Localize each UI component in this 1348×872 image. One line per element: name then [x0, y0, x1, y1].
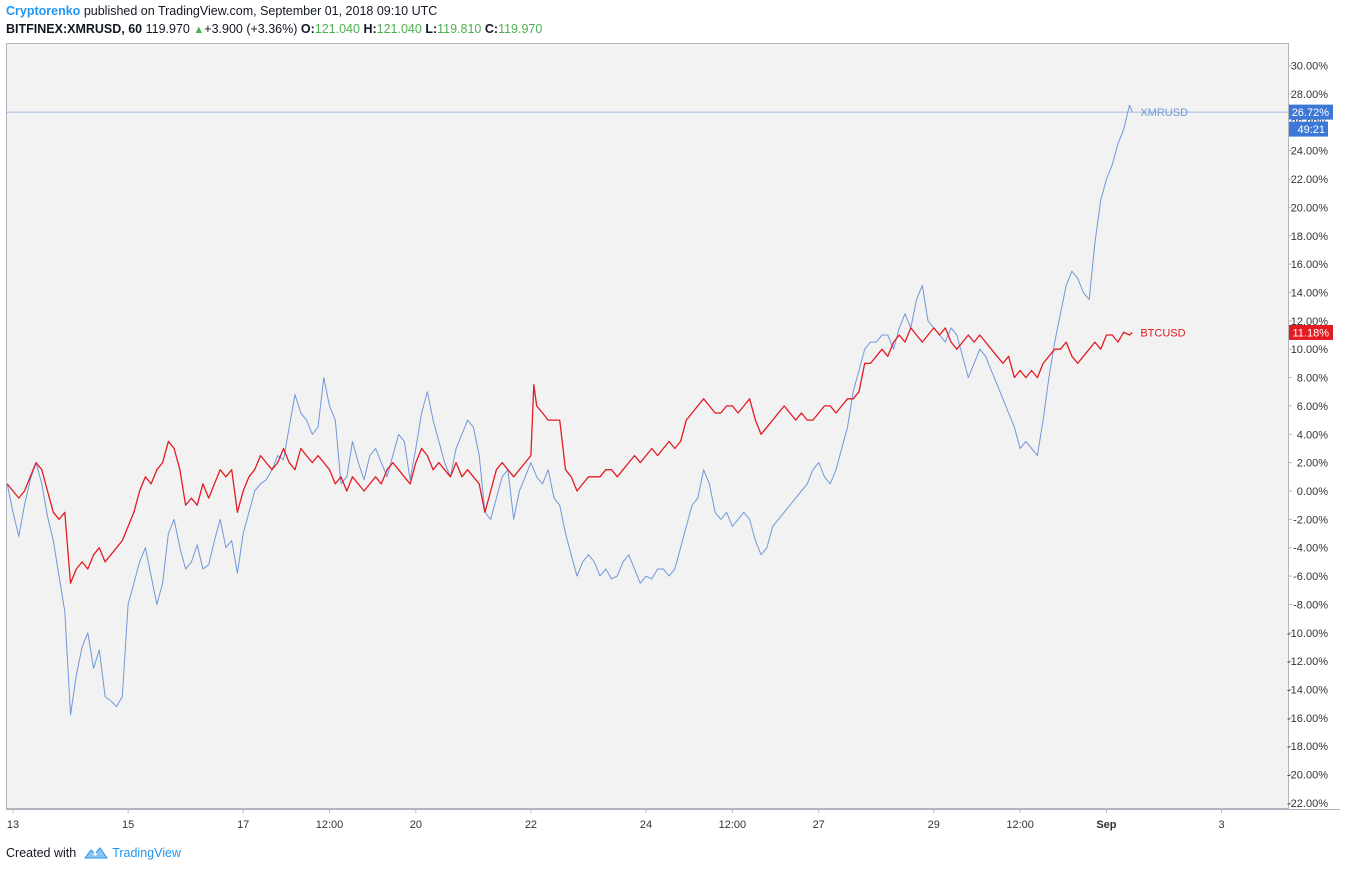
high-value: 121.040	[376, 22, 422, 36]
y-tick-label: -16.00%	[1287, 713, 1328, 725]
up-triangle-icon: ▲	[193, 24, 205, 36]
y-tick-label: 30.00%	[1291, 61, 1329, 73]
y-tick-label: 22.00%	[1291, 174, 1329, 186]
author-name[interactable]: Cryptorenko	[6, 4, 80, 18]
x-tick-label: 24	[640, 819, 652, 831]
y-tick-label: 24.00%	[1291, 146, 1329, 158]
time-axis[interactable]: 13 15 17 12:00 20 22 24 12:00 27 29 12:00 Sep 3	[7, 809, 1225, 831]
low-label: L:	[425, 22, 438, 36]
price-change: +3.900 (+3.36%)	[204, 22, 298, 36]
y-tick-label: -12.00%	[1287, 656, 1328, 668]
x-tick-label: 12:00	[719, 819, 747, 831]
y-tick-label: 10.00%	[1291, 344, 1329, 356]
open-label: O:	[300, 22, 315, 36]
y-tick-label: 16.00%	[1291, 259, 1329, 271]
high-label: H:	[363, 22, 377, 36]
tradingview-brand[interactable]: TradingView	[112, 846, 181, 860]
y-tick-label: 0.00%	[1297, 486, 1328, 498]
y-tick-label: 4.00%	[1297, 429, 1328, 441]
y-tick-label: 18.00%	[1291, 231, 1329, 243]
tradingview-logo-icon[interactable]	[84, 846, 109, 860]
countdown-text: 49:21	[1297, 124, 1325, 136]
publish-info: Cryptorenko published on TradingView.com…	[6, 4, 437, 18]
open-value: 121.040	[314, 22, 360, 36]
low-value: 119.810	[437, 22, 482, 36]
x-tick-label: 29	[928, 819, 940, 831]
y-tick-label: 6.00%	[1297, 401, 1328, 413]
y-tick-label: 28.00%	[1291, 89, 1329, 101]
x-tick-label: 12:00	[1006, 819, 1034, 831]
y-tick-label: -2.00%	[1293, 514, 1328, 526]
published-text: published on TradingView.com, September …	[83, 4, 438, 18]
last-value-text-btcusd: 11.18%	[1293, 327, 1330, 339]
price-axis[interactable]: 30.00%28.00%26.00%24.00%22.00%20.00%18.0…	[1287, 61, 1328, 810]
y-tick-label: -10.00%	[1287, 628, 1328, 640]
created-with-text: Created with	[6, 846, 77, 860]
last-price: 119.970	[145, 22, 190, 36]
y-tick-label: -14.00%	[1287, 685, 1328, 697]
close-label: C:	[484, 22, 499, 36]
x-tick-label: 22	[525, 819, 537, 831]
x-tick-label: 13	[7, 819, 19, 831]
y-tick-label: -20.00%	[1287, 770, 1328, 782]
x-tick-label: 17	[237, 819, 249, 831]
close-value: 119.970	[498, 22, 543, 36]
y-tick-label: 2.00%	[1297, 458, 1328, 470]
ohlc-legend: BITFINEX:XMRUSD, 60 119.970 ▲+3.900 (+3.…	[6, 22, 542, 36]
y-tick-label: -6.00%	[1293, 571, 1328, 583]
y-tick-label: 8.00%	[1297, 373, 1328, 385]
x-tick-label: 12:00	[316, 819, 344, 831]
comparison-chart[interactable]: 30.00%28.00%26.00%24.00%22.00%20.00%18.0…	[6, 43, 1340, 834]
last-value-text-xmrusd: 26.72%	[1292, 107, 1330, 119]
y-tick-label: -4.00%	[1293, 543, 1328, 555]
x-tick-label: 20	[410, 819, 422, 831]
chart-frame[interactable]: 30.00%28.00%26.00%24.00%22.00%20.00%18.0…	[6, 43, 1340, 834]
symbol-label: BITFINEX:XMRUSD, 60	[6, 22, 143, 36]
plot-area[interactable]	[6, 43, 1289, 809]
y-tick-label: -18.00%	[1287, 741, 1328, 753]
series-label-xmrusd: XMRUSD	[1140, 107, 1188, 119]
y-tick-label: -8.00%	[1293, 599, 1328, 611]
y-tick-label: -22.00%	[1287, 798, 1328, 810]
y-tick-label: 20.00%	[1291, 202, 1329, 214]
series-label-btcusd: BTCUSD	[1140, 327, 1185, 339]
footer: Created with TradingView	[6, 846, 181, 860]
x-tick-label: 3	[1218, 819, 1224, 831]
y-tick-label: 14.00%	[1291, 287, 1329, 299]
x-tick-label: 15	[122, 819, 134, 831]
x-tick-label: 27	[813, 819, 825, 831]
x-tick-label: Sep	[1096, 819, 1116, 831]
